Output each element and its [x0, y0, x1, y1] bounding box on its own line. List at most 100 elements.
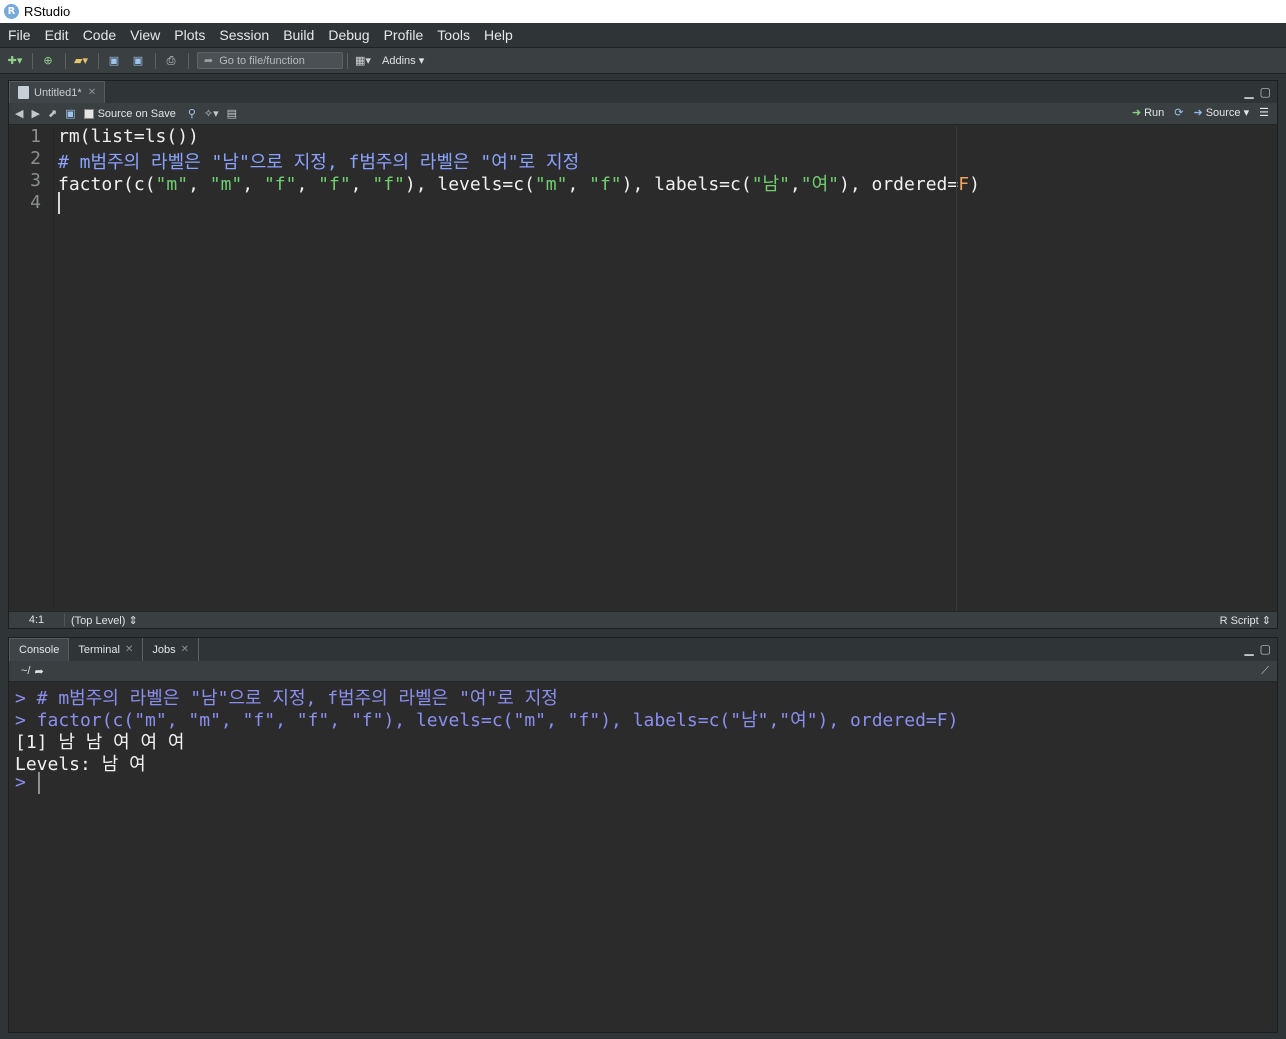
source-label: Source	[1205, 107, 1241, 119]
code-token: ,	[567, 174, 590, 195]
run-button[interactable]: ➜ Run	[1132, 106, 1164, 119]
code-token: "여"	[800, 174, 839, 195]
toolbar-divider	[65, 52, 66, 69]
text-cursor	[58, 192, 60, 214]
rstudio-logo-icon: R	[4, 4, 19, 19]
toolbar-divider	[347, 52, 348, 69]
tab-terminal-label: Terminal	[78, 643, 120, 656]
clear-console-icon[interactable]: ⟋	[1261, 665, 1269, 678]
title-bar: R RStudio	[0, 0, 1286, 23]
code-token: factor(c(	[58, 174, 156, 195]
code-token: ,	[350, 174, 373, 195]
close-icon[interactable]: ✕	[125, 644, 133, 655]
save-icon[interactable]: ▣	[65, 107, 75, 120]
minimize-icon[interactable]: ▁	[1244, 642, 1253, 656]
code-token: ,	[242, 174, 264, 195]
show-in-window-icon[interactable]: ⬈	[48, 107, 57, 120]
go-to-arrow-icon: ➦	[204, 55, 214, 67]
grid-layout-icon[interactable]: ▦▾	[352, 52, 374, 70]
source-button[interactable]: ➜ Source ▾	[1193, 106, 1249, 119]
file-type-selector[interactable]: R Script ⇕	[1220, 614, 1271, 627]
toolbar-divider	[32, 52, 33, 69]
close-icon[interactable]: ✕	[181, 644, 189, 655]
menu-tools[interactable]: Tools	[431, 27, 478, 43]
new-file-icon[interactable]: ✚▾	[4, 52, 26, 70]
tab-jobs[interactable]: Jobs ✕	[143, 638, 199, 661]
line-number: 3	[30, 170, 41, 191]
main-toolbar: ✚▾ ⊕ ▰▾ ▣ ▣ ⎙ ➦ Go to file/function ▦▾ A…	[0, 48, 1286, 74]
go-to-file-input[interactable]: ➦ Go to file/function	[197, 52, 343, 69]
code-token: ), labels=c(	[621, 174, 752, 195]
document-outline-icon[interactable]: ☰	[1259, 106, 1269, 119]
run-icon: ➜	[1131, 107, 1142, 119]
console-pane: Console Terminal ✕ Jobs ✕ ▁ ▢ ~/ ➦ ⟋ > # m…	[8, 637, 1278, 1033]
r-script-icon	[18, 86, 29, 99]
tab-console-label: Console	[19, 644, 60, 656]
compile-report-icon[interactable]: ▤	[227, 107, 237, 120]
console-tabbar: Console Terminal ✕ Jobs ✕ ▁ ▢	[9, 638, 1277, 661]
addins-button[interactable]: Addins ▾	[382, 54, 424, 67]
menu-profile[interactable]: Profile	[378, 27, 432, 43]
working-directory[interactable]: ~/	[21, 665, 30, 677]
save-all-icon[interactable]: ▣	[127, 52, 149, 70]
scope-selector[interactable]: (Top Level) ⇕	[65, 614, 138, 627]
code-token: rm(list=ls())	[58, 126, 199, 147]
line-number: 2	[30, 148, 41, 169]
addins-label: Addins	[382, 55, 416, 67]
code-token: "f"	[263, 174, 297, 195]
checkbox-icon[interactable]	[83, 108, 94, 119]
rerun-icon[interactable]: ⟳	[1174, 106, 1183, 119]
code-line[interactable]: rm(list=ls())	[58, 126, 199, 148]
minimize-icon[interactable]: ▁	[1244, 85, 1253, 99]
code-token: ,	[789, 174, 801, 195]
code-token: ,	[188, 174, 210, 195]
tab-console[interactable]: Console	[9, 638, 70, 661]
code-token: "f"	[589, 174, 622, 195]
menu-session[interactable]: Session	[213, 27, 277, 43]
tab-untitled1[interactable]: Untitled1* ✕	[9, 81, 106, 103]
line-number-gutter: 1 2 3 4	[9, 126, 54, 611]
code-token: "m"	[209, 174, 243, 195]
toolbar-divider	[155, 52, 156, 69]
go-to-directory-icon[interactable]: ➦	[34, 665, 43, 678]
menu-file[interactable]: File	[2, 27, 39, 43]
print-icon[interactable]: ⎙	[160, 52, 182, 70]
forward-arrow-icon[interactable]: ▶	[31, 107, 39, 120]
toolbar-divider	[188, 52, 189, 69]
menu-help[interactable]: Help	[478, 27, 521, 43]
menu-view[interactable]: View	[124, 27, 168, 43]
editor-statusbar: 4:1 (Top Level) ⇕ R Script ⇕	[9, 611, 1277, 628]
close-icon[interactable]: ✕	[88, 87, 96, 98]
code-line[interactable]: factor(c("m", "m", "f", "f", "f"), level…	[58, 170, 980, 195]
menu-bar: File Edit Code View Plots Session Build …	[0, 23, 1286, 48]
code-line[interactable]: # m범주의 라벨은 "남"으로 지정, f범주의 라벨은 "여"로 지정	[58, 148, 579, 173]
search-icon[interactable]: ⚲	[188, 107, 196, 120]
open-file-icon[interactable]: ▰▾	[70, 52, 92, 70]
source-pane: Untitled1* ✕ ▁ ▢ ◀ ▶ ⬈ ▣ Source on Save …	[8, 80, 1278, 629]
tab-label: Untitled1*	[34, 86, 82, 99]
line-number: 4	[30, 192, 41, 213]
source-tabbar: Untitled1* ✕ ▁ ▢	[9, 81, 1277, 103]
console-output[interactable]: > # m범주의 라벨은 "남"으로 지정, f범주의 라벨은 "여"로 지정 >…	[9, 682, 1277, 1032]
back-arrow-icon[interactable]: ◀	[15, 107, 23, 120]
line-number: 1	[30, 126, 41, 147]
go-to-placeholder: Go to file/function	[219, 54, 305, 67]
code-token: "m"	[534, 174, 568, 195]
menu-code[interactable]: Code	[77, 27, 124, 43]
code-token: "남"	[751, 174, 790, 195]
run-label: Run	[1144, 107, 1165, 119]
console-cursor	[38, 772, 40, 794]
source-on-save-checkbox[interactable]: Source on Save	[83, 108, 176, 120]
maximize-icon[interactable]: ▢	[1260, 85, 1271, 99]
magic-wand-icon[interactable]: ✧▾	[204, 107, 219, 120]
new-project-icon[interactable]: ⊕	[37, 52, 59, 70]
tab-terminal[interactable]: Terminal ✕	[69, 638, 144, 661]
maximize-icon[interactable]: ▢	[1260, 642, 1271, 656]
code-editor[interactable]: 1 2 3 4 rm(list=ls()) # m범주의 라벨은 "남"으로 지정…	[9, 126, 1277, 611]
menu-plots[interactable]: Plots	[168, 27, 213, 43]
menu-edit[interactable]: Edit	[39, 27, 77, 43]
code-token: "m"	[155, 174, 189, 195]
menu-build[interactable]: Build	[277, 27, 322, 43]
menu-debug[interactable]: Debug	[322, 27, 377, 43]
save-icon[interactable]: ▣	[103, 52, 125, 70]
